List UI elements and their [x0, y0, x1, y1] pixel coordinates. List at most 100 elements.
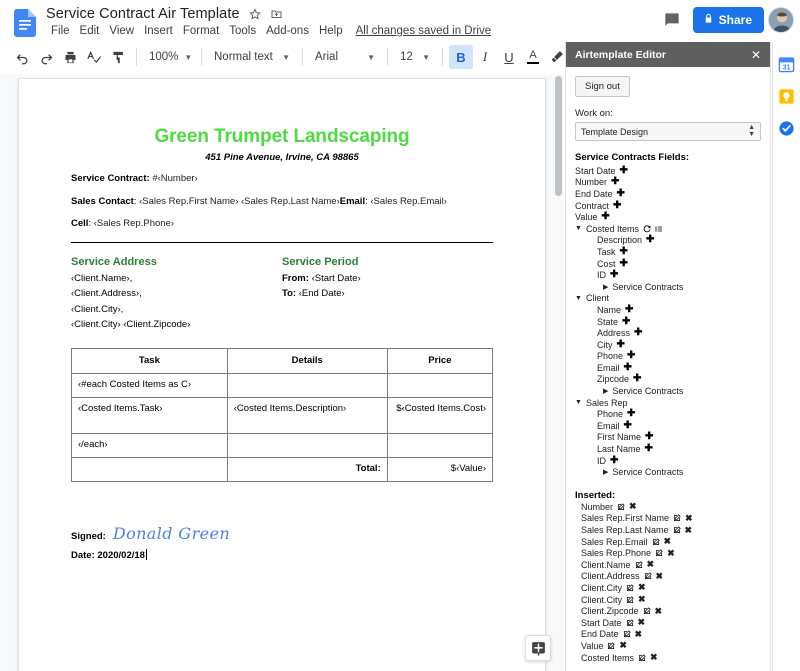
chevron-right-icon[interactable]: ▶: [603, 387, 608, 395]
remove-icon[interactable]: ✖: [619, 640, 627, 651]
field-tree-row[interactable]: ▼ Costed Items: [575, 223, 761, 235]
add-field-icon[interactable]: ✚: [617, 339, 625, 350]
add-field-icon[interactable]: ✚: [622, 316, 630, 327]
date-row[interactable]: Date: 2020/02/18: [71, 548, 493, 561]
table-row[interactable]: ‹#each Costed Items as C›: [71, 373, 494, 399]
add-field-icon[interactable]: ✚: [627, 351, 635, 361]
remove-icon[interactable]: ✖: [650, 652, 658, 663]
cell-task[interactable]: ‹#each Costed Items as C›: [71, 373, 228, 399]
remove-icon[interactable]: ✖: [667, 548, 675, 559]
remove-icon[interactable]: ✖: [629, 501, 637, 512]
save-status[interactable]: All changes saved in Drive: [356, 25, 492, 37]
inserted-item[interactable]: Start Date ✖: [575, 617, 761, 629]
add-field-icon[interactable]: ✚: [627, 409, 635, 419]
inserted-item[interactable]: Sales Rep.First Name ✖: [575, 513, 761, 525]
spellcheck-icon[interactable]: [82, 45, 106, 69]
remove-icon[interactable]: ✖: [656, 571, 664, 582]
add-field-icon[interactable]: ✚: [633, 374, 641, 384]
inserted-list[interactable]: Number ✖ Sales Rep.First Name ✖ Sales Rep.La…: [575, 501, 761, 663]
field-tree-row[interactable]: Address ✚: [575, 327, 761, 339]
add-field-icon[interactable]: ✚: [645, 432, 653, 442]
remove-icon[interactable]: ✖: [635, 629, 643, 640]
edit-icon[interactable]: [626, 619, 634, 627]
add-field-icon[interactable]: ✚: [617, 188, 625, 199]
avatar[interactable]: [768, 7, 794, 33]
chevron-right-icon[interactable]: ▶: [603, 468, 608, 476]
edit-icon[interactable]: [673, 514, 681, 522]
edit-icon[interactable]: [635, 561, 643, 569]
remove-icon[interactable]: ✖: [655, 606, 663, 617]
edit-icon[interactable]: [655, 549, 663, 557]
add-field-icon[interactable]: ✚: [625, 304, 633, 315]
field-tree-row[interactable]: Contract ✚: [575, 200, 761, 212]
bold-button[interactable]: B: [449, 45, 473, 69]
total-value[interactable]: $‹Value›: [386, 456, 494, 482]
inserted-item[interactable]: End Date ✖: [575, 629, 761, 641]
remove-icon[interactable]: ✖: [664, 536, 672, 547]
document-scrollbar[interactable]: [555, 76, 562, 196]
field-tree-row[interactable]: Start Date ✚: [575, 165, 761, 177]
inserted-item[interactable]: Client.Zipcode ✖: [575, 605, 761, 617]
share-button[interactable]: Share: [692, 7, 764, 33]
field-tree-row[interactable]: First Name ✚: [575, 432, 761, 444]
menu-item-edit[interactable]: Edit: [75, 23, 105, 39]
font-size-dropdown[interactable]: 12 ▼: [394, 45, 436, 69]
paragraph-style-dropdown[interactable]: Normal text ▼: [208, 45, 296, 69]
edit-icon[interactable]: [652, 537, 660, 546]
undo-icon[interactable]: [10, 45, 34, 69]
star-icon[interactable]: [248, 8, 261, 20]
airtemplate-editor-panel[interactable]: Airtemplate Editor ✕ Sign out Work on: T…: [565, 42, 771, 671]
cell-details[interactable]: [226, 433, 388, 458]
field-tree-row[interactable]: ▶ Service Contracts: [575, 466, 761, 478]
inserted-item[interactable]: Sales Rep.Email ✖: [575, 536, 761, 548]
cell-details[interactable]: ‹Costed Items.Description›: [226, 397, 388, 435]
edit-icon[interactable]: [626, 595, 634, 604]
refresh-icon[interactable]: [643, 225, 651, 233]
work-on-select[interactable]: Template Design ▲ ▼: [575, 122, 761, 141]
edit-icon[interactable]: [644, 572, 652, 580]
menu-item-addons[interactable]: Add-ons: [261, 23, 314, 39]
chevron-down-icon[interactable]: ▼: [575, 399, 582, 406]
field-tree-row[interactable]: ID ✚: [575, 269, 761, 281]
sign-out-button[interactable]: Sign out: [575, 76, 630, 97]
move-to-folder-icon[interactable]: [270, 8, 283, 20]
google-keep-icon[interactable]: [778, 88, 795, 105]
inserted-item[interactable]: Client.City ✖: [575, 582, 761, 594]
cell-task[interactable]: ‹/each›: [71, 433, 228, 458]
field-tree-row[interactable]: Last Name ✚: [575, 443, 761, 455]
italic-button[interactable]: I: [473, 45, 497, 69]
line-items-table[interactable]: Task Details Price ‹#each Costed Items a…: [71, 347, 494, 482]
add-field-icon[interactable]: ✚: [620, 165, 628, 176]
remove-icon[interactable]: ✖: [685, 513, 693, 524]
explore-add-icon[interactable]: [525, 635, 551, 661]
google-tasks-icon[interactable]: [778, 120, 795, 137]
field-tree-row[interactable]: Number ✚: [575, 177, 761, 189]
close-icon[interactable]: ✕: [751, 48, 761, 62]
add-field-icon[interactable]: ✚: [610, 455, 618, 466]
table-row[interactable]: ‹Costed Items.Task› ‹Costed Items.Descri…: [71, 397, 494, 435]
field-tree-row[interactable]: Value ✚: [575, 211, 761, 223]
menu-item-insert[interactable]: Insert: [139, 23, 178, 39]
edit-icon[interactable]: [643, 607, 651, 615]
print-icon[interactable]: [58, 45, 82, 69]
comment-icon[interactable]: [662, 10, 682, 30]
field-tree-row[interactable]: Cost ✚: [575, 258, 761, 270]
field-tree-row[interactable]: Description ✚: [575, 235, 761, 247]
menu-item-help[interactable]: Help: [314, 23, 348, 39]
text-color-button[interactable]: A: [521, 45, 545, 69]
google-docs-logo[interactable]: [14, 9, 36, 37]
inserted-item[interactable]: Costed Items ✖: [575, 652, 761, 664]
edit-icon[interactable]: [623, 630, 631, 638]
cell-price[interactable]: [386, 433, 494, 458]
cell-price[interactable]: [386, 373, 494, 399]
inserted-item[interactable]: Client.Name ✖: [575, 559, 761, 571]
field-tree-row[interactable]: Email ✚: [575, 420, 761, 432]
cell-details[interactable]: [226, 373, 388, 399]
remove-icon[interactable]: ✖: [638, 582, 646, 593]
remove-icon[interactable]: ✖: [638, 594, 646, 605]
chevron-down-icon[interactable]: ▼: [575, 295, 582, 302]
inserted-item[interactable]: Client.Address ✖: [575, 571, 761, 583]
table-total-row[interactable]: Total: $‹Value›: [71, 456, 494, 482]
document-content[interactable]: Green Trumpet Landscaping 451 Pine Avenu…: [19, 79, 545, 561]
font-family-dropdown[interactable]: Arial ▼: [309, 45, 381, 69]
